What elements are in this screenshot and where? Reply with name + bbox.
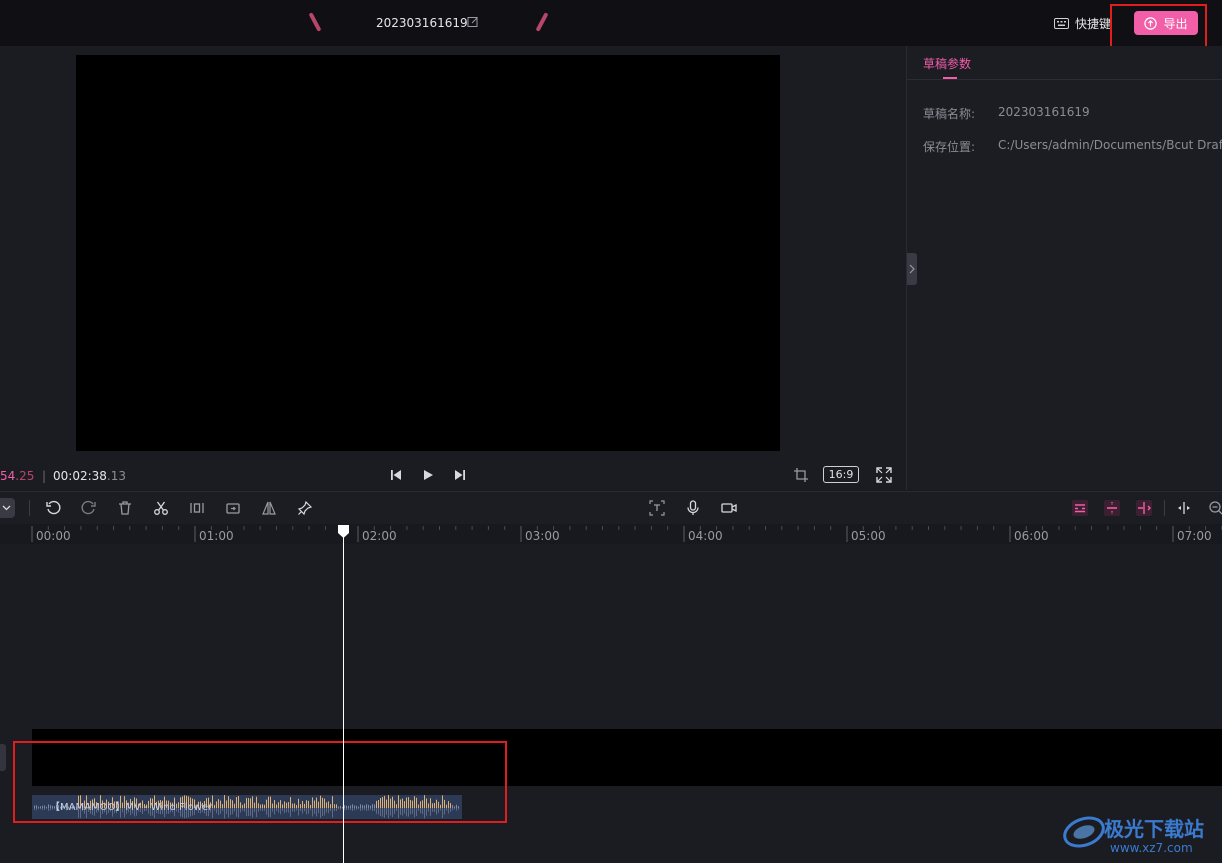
mirror-icon[interactable] [261,500,277,516]
zoom-out-icon[interactable] [1208,500,1222,516]
video-player[interactable] [76,55,780,451]
replace-icon[interactable] [225,500,241,516]
linkage-icon[interactable] [1136,500,1152,516]
draft-settings-panel: 草稿参数 草稿名称: 202303161619 保存位置: C:/Users/a… [906,46,1222,490]
project-title[interactable]: 202303161619 [376,16,468,30]
total-time: 00:02:38.13 [53,469,126,483]
crop-icon[interactable] [793,467,809,483]
current-time: 54.25 [0,469,35,483]
panel-collapse-toggle[interactable] [907,253,917,285]
draft-name-label: 草稿名称: [923,107,976,121]
playhead-handle[interactable] [337,524,350,539]
fit-timeline-icon[interactable] [1176,500,1192,516]
track-side-handle[interactable] [0,744,6,771]
track-menu-dropdown[interactable] [0,498,15,518]
pin-icon[interactable] [297,500,313,516]
panel-header: 草稿参数 [907,46,1222,80]
fullscreen-icon[interactable] [876,467,892,483]
toolbar-separator-right [1164,500,1165,516]
watermark-url: www.xz7.com [1110,841,1193,855]
toolbar-separator [29,500,30,516]
ruler-label: 02:00 [362,529,397,543]
delete-icon[interactable] [117,500,133,516]
preview-area [0,46,906,490]
ruler-label: 07:00 [1177,529,1212,543]
play-icon[interactable] [420,467,436,483]
time-ruler[interactable]: 00:00 01:00 02:00 03:00 04:00 05:00 06:00 07:00 [0,524,1222,544]
aspect-ratio-button[interactable]: 16:9 [823,466,859,483]
ruler-label: 04:00 [688,529,723,543]
camera-record-icon[interactable] [721,500,737,516]
tab-draft-settings[interactable]: 草稿参数 [923,55,971,72]
shortcut-label: 快捷键 [1075,17,1112,31]
save-path-label: 保存位置: [923,140,976,154]
watermark-brand: 极光下载站 [1104,817,1204,841]
tab-indicator [943,77,957,79]
split-scissors-icon[interactable] [153,500,169,516]
redo-icon[interactable] [81,500,97,516]
title-decoration-left [308,12,322,32]
prev-frame-icon[interactable] [388,467,404,483]
save-path-value: C:/Users/admin/Documents/Bcut Drafts [998,138,1222,152]
ruler-label: 06:00 [1014,529,1049,543]
chevron-down-icon [2,505,11,511]
title-decoration-right [535,12,549,32]
edit-icon[interactable] [467,16,479,28]
ruler-label: 00:00 [36,529,71,543]
shortcut-button[interactable]: 快捷键 [1054,15,1111,32]
undo-icon[interactable] [45,500,61,516]
freeze-frame-icon[interactable] [189,500,205,516]
draft-name-row: 草稿名称: 202303161619 [923,105,1090,122]
highlight-box-tracks [13,741,507,823]
playhead-line [343,526,344,863]
time-separator: | [42,469,47,483]
save-path-row: 保存位置: C:/Users/admin/Documents/Bcut Draf… [923,138,1222,155]
chevron-right-icon [909,264,915,274]
keyboard-icon [1054,18,1069,29]
top-bar: 202303161619 快捷键 导出 [0,0,1222,46]
microphone-icon[interactable] [685,500,701,516]
text-recognition-icon[interactable] [649,500,665,516]
edit-toolbar [0,491,1222,524]
track-magnet-icon[interactable] [1072,500,1088,516]
next-frame-icon[interactable] [452,467,468,483]
ruler-label: 03:00 [525,529,560,543]
ruler-label: 05:00 [851,529,886,543]
draft-name-value: 202303161619 [998,105,1090,119]
ruler-label: 01:00 [199,529,234,543]
snap-icon[interactable] [1104,500,1120,516]
